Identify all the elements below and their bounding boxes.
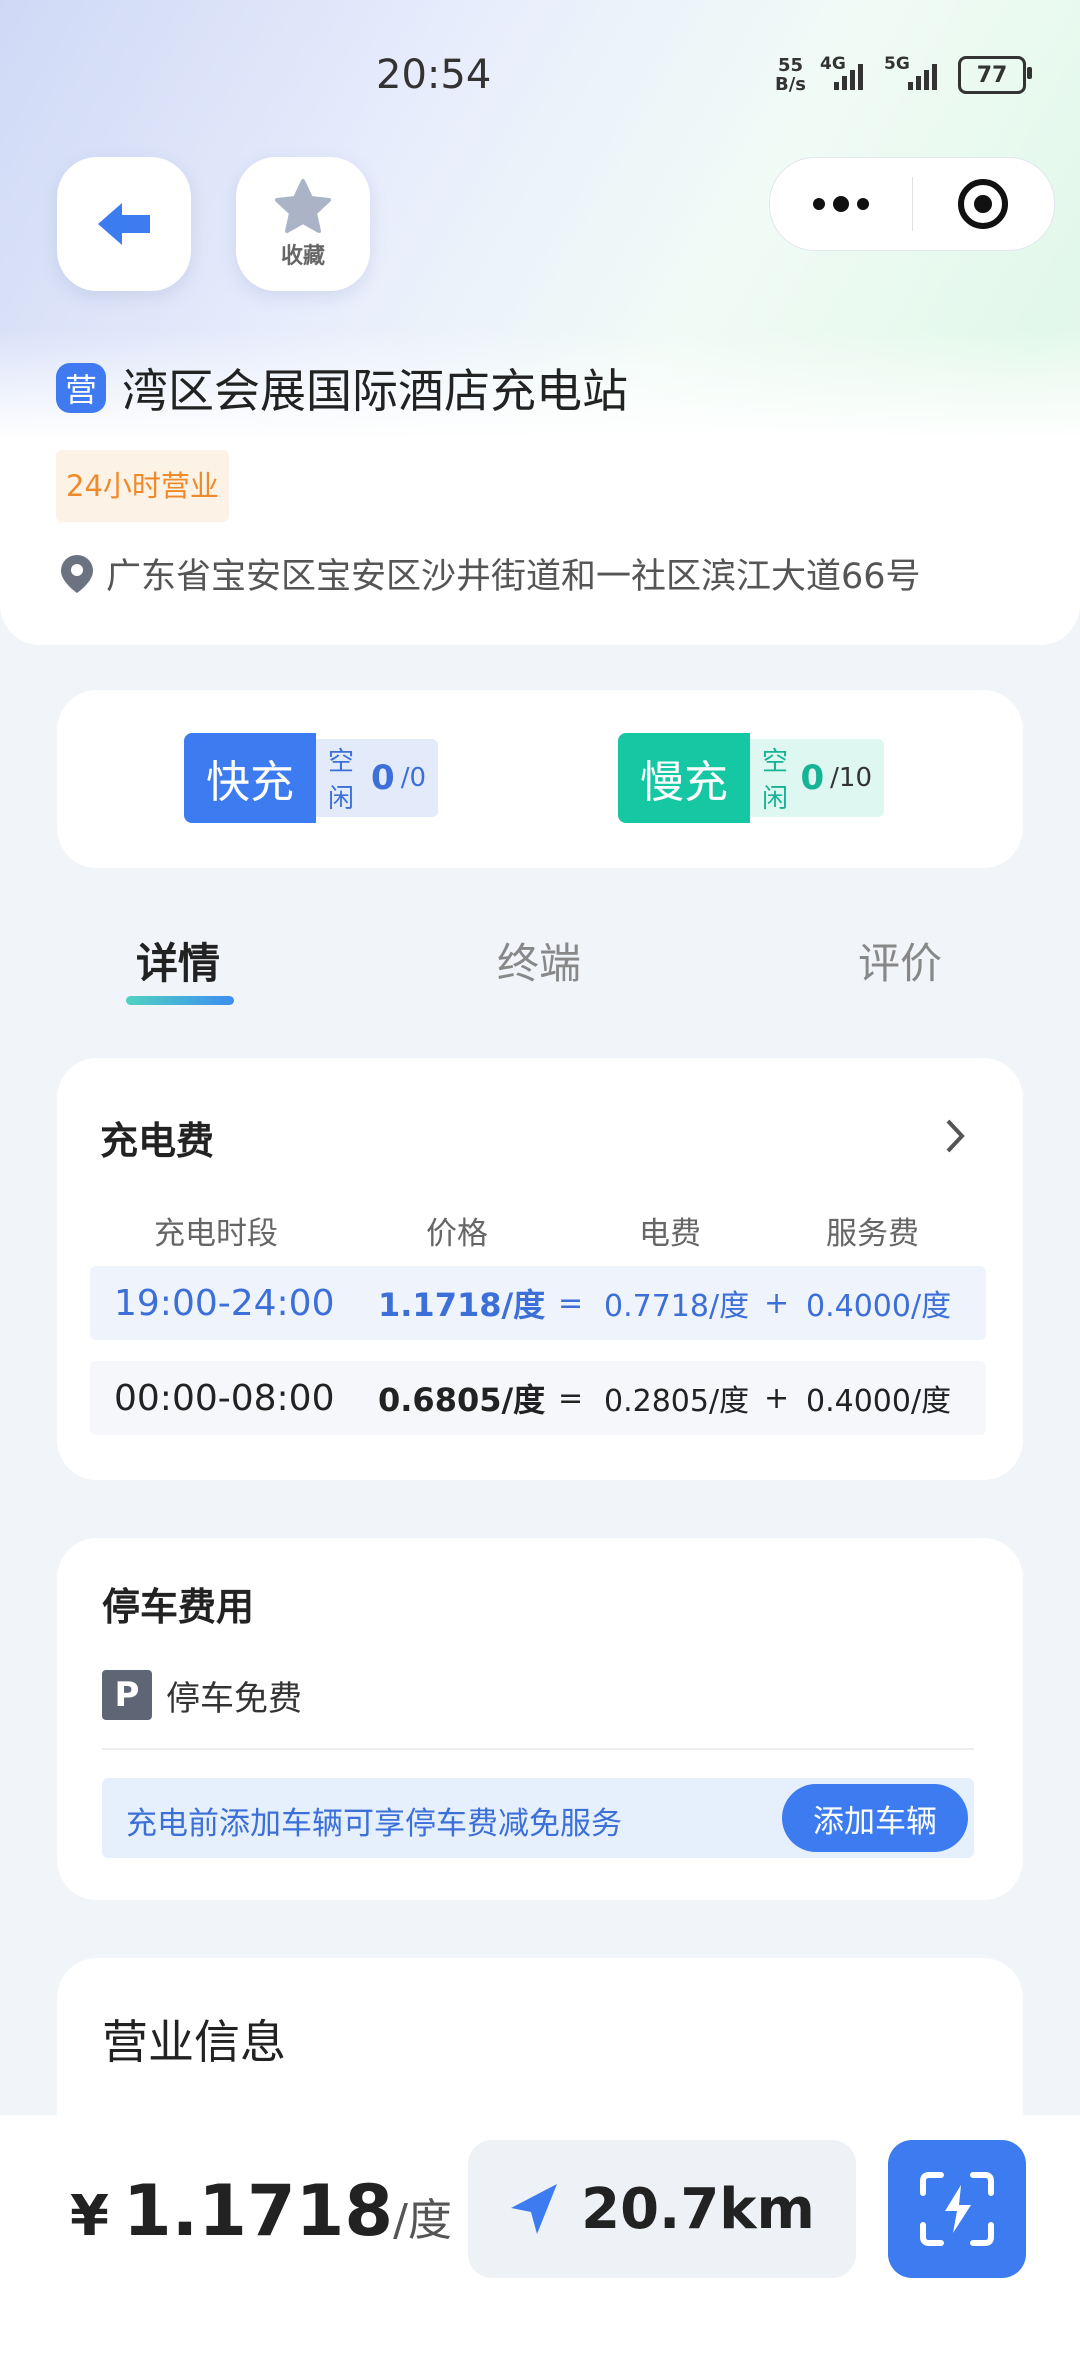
tab-details[interactable]: 详情 [136,930,220,991]
parking-promo-bar: 充电前添加车辆可享停车费减免服务 添加车辆 [102,1778,974,1858]
active-tab-indicator [126,996,234,1005]
miniapp-capsule [769,157,1055,251]
parking-icon: P [102,1670,152,1720]
favorite-label: 收藏 [280,244,325,269]
back-button[interactable] [57,157,191,291]
slow-charge-availability: 空闲 0/10 [750,739,884,817]
slow-charge-label: 慢充 [618,733,750,823]
fast-charge-label: 快充 [184,733,316,823]
chevron-right-icon[interactable] [944,1118,966,1154]
parking-promo-text: 充电前添加车辆可享停车费减免服务 [126,1806,622,1842]
back-arrow-icon [98,203,150,245]
star-icon [275,179,331,233]
station-title-row: 营 湾区会展国际酒店充电站 [56,355,628,421]
cell-signal-icon: 5G [884,54,944,90]
cell-signal-icon: 4G [820,54,870,90]
distance-value: 20.7km [581,2176,815,2242]
operating-badge: 营 [56,363,106,413]
station-address: 广东省宝安区宝安区沙井街道和一社区滨江大道66号 [106,557,921,597]
navigation-arrow-icon [511,2184,558,2234]
network-speed: 55 B/s [774,55,806,95]
slow-charge-status[interactable]: 慢充 空闲 0/10 [618,733,884,823]
close-miniapp-button[interactable] [913,158,1055,250]
business-info-title: 营业信息 [102,2015,286,2069]
hours-badge: 24小时营业 [56,450,229,522]
parking-fee-title: 停车费用 [102,1585,255,1629]
station-name: 湾区会展国际酒店充电站 [122,364,628,418]
fast-charge-status[interactable]: 快充 空闲 0/0 [184,733,438,823]
fee-row: 00:00-08:00 0.6805/度 = 0.2805/度 + 0.4000… [90,1361,986,1435]
fee-col-service: 服务费 [826,1216,919,1252]
fee-col-price: 价格 [426,1216,488,1252]
address-row[interactable]: 广东省宝安区宝安区沙井街道和一社区滨江大道66号 [60,548,921,599]
tab-reviews[interactable]: 评价 [858,930,942,991]
fee-col-period: 充电时段 [154,1216,278,1252]
more-dots-icon [812,196,869,212]
fee-row-current: 19:00-24:00 1.1718/度 = 0.7718/度 + 0.4000… [90,1266,986,1340]
charging-fee-title: 充电费 [100,1119,215,1163]
favorite-button[interactable]: 收藏 [236,157,370,291]
target-close-icon [958,179,1009,229]
parking-info-row: P 停车免费 [102,1670,302,1720]
scan-charge-icon [920,2172,994,2246]
location-pin-icon [61,554,93,593]
fast-charge-availability: 空闲 0/0 [316,739,438,817]
scan-charge-button[interactable] [888,2140,1026,2278]
bottom-price: ¥ 1.1718 /度 [70,2170,452,2252]
tab-terminals[interactable]: 终端 [497,930,581,991]
parking-fee-text: 停车免费 [166,1678,302,1719]
add-vehicle-button[interactable]: 添加车辆 [782,1784,968,1852]
more-button[interactable] [770,158,912,250]
status-time: 20:54 [376,52,492,98]
fee-col-electricity: 电费 [639,1216,701,1252]
divider [102,1748,974,1750]
navigate-button[interactable]: 20.7km [468,2140,856,2278]
status-icons: 55 B/s 4G 5G 77 [774,54,1032,95]
battery-icon: 77 [958,56,1032,94]
